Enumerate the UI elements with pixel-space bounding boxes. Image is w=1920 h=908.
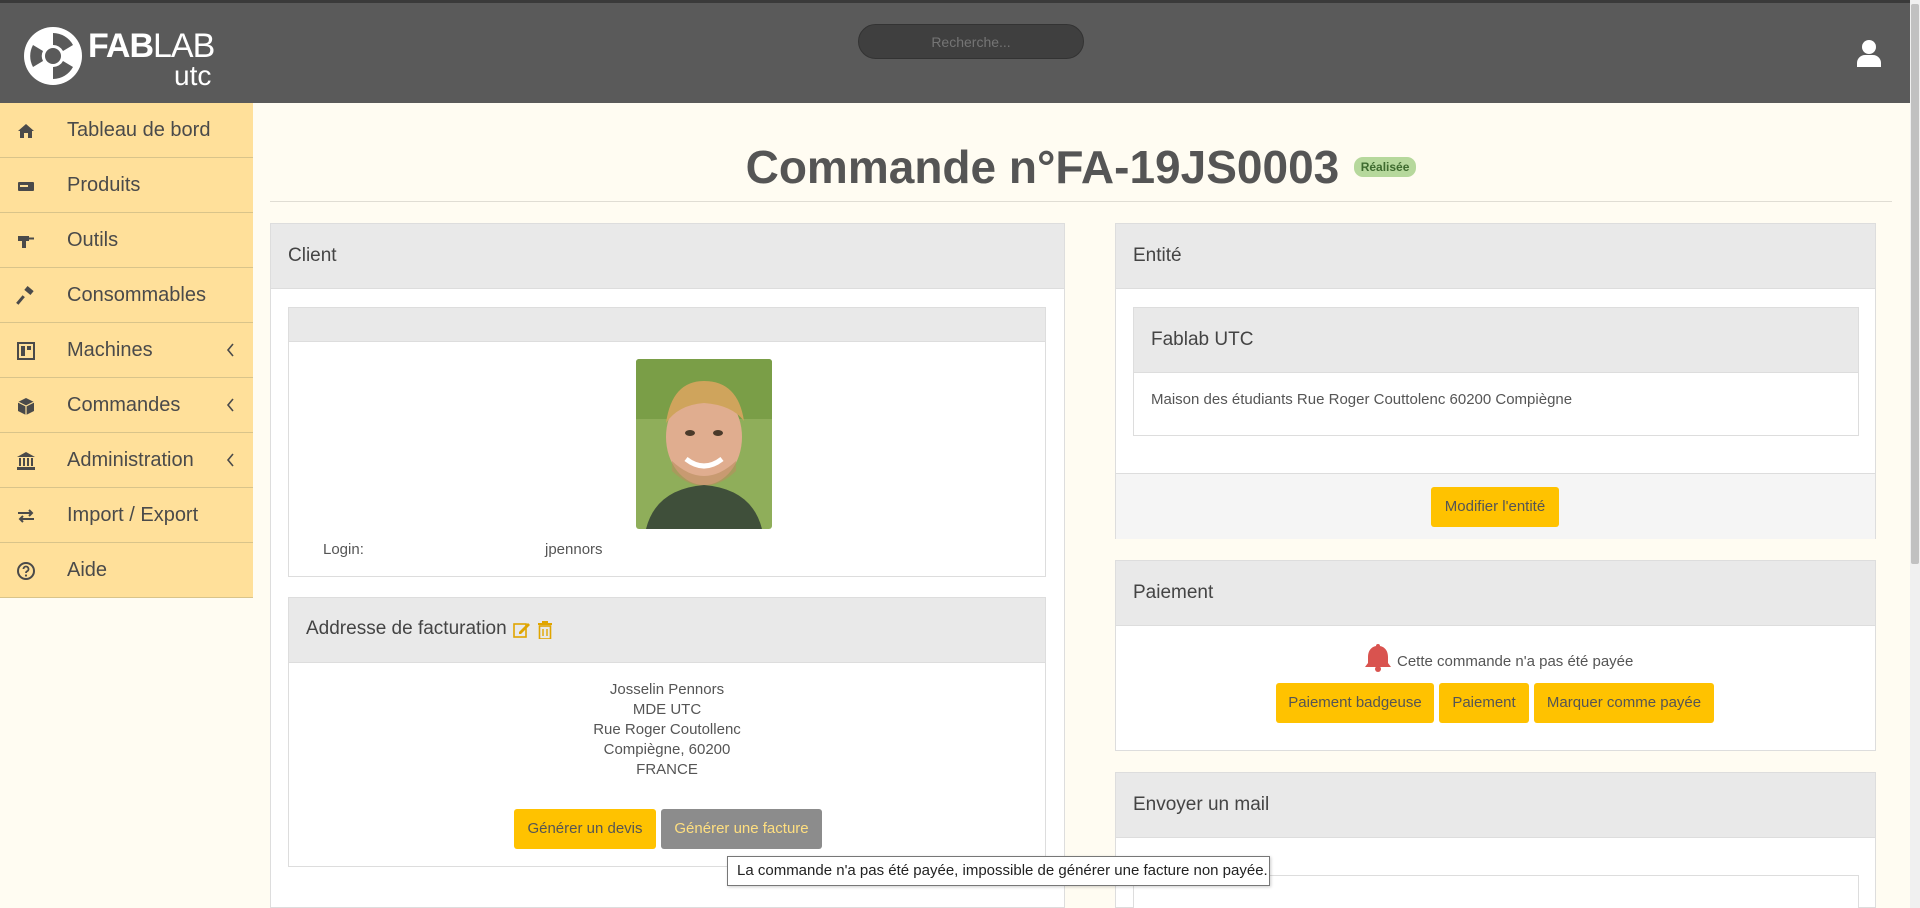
exchange-icon — [18, 509, 34, 523]
bell-icon — [1365, 644, 1391, 672]
box-icon — [17, 398, 35, 415]
chevron-left-icon — [226, 398, 234, 412]
sidebar-item-label: Consommables — [67, 283, 206, 306]
address-line: Compiègne, 60200 — [603, 741, 731, 758]
address-line: MDE UTC — [632, 701, 702, 718]
client-panel: Client Login: jpennors Addresse de factu… — [270, 223, 1065, 908]
trash-icon[interactable] — [537, 621, 553, 639]
client-avatar — [636, 359, 772, 529]
send-mail-panel-heading: Envoyer un mail — [1116, 773, 1875, 838]
mark-as-paid-button[interactable]: Marquer comme payée — [1534, 683, 1714, 723]
edit-icon[interactable] — [513, 621, 531, 639]
login-label: Login: — [323, 541, 364, 558]
products-icon — [18, 182, 34, 191]
address-line: Josselin Pennors — [609, 681, 725, 698]
payment-button[interactable]: Paiement — [1439, 683, 1529, 723]
edit-entity-button[interactable]: Modifier l'entité — [1431, 487, 1559, 527]
sidebar-item-administration[interactable]: Administration — [0, 433, 253, 488]
logo-subtitle: utc — [174, 60, 212, 91]
sidebar-item-label: Import / Export — [67, 503, 199, 526]
sidebar-item-label: Produits — [67, 173, 141, 196]
hammer-icon — [16, 286, 34, 305]
sidebar: Tableau de bord Produits Outils Consomma… — [0, 103, 253, 598]
sidebar-item-tools[interactable]: Outils — [0, 213, 253, 268]
user-icon[interactable] — [1857, 39, 1881, 67]
sidebar-item-label: Aide — [67, 558, 108, 581]
billing-address-title: Addresse de facturation — [306, 618, 507, 639]
machine-icon — [17, 342, 35, 360]
entity-name: Fablab UTC — [1134, 308, 1858, 373]
address-line: FRANCE — [636, 761, 698, 778]
payment-panel: Paiement Cette commande n'a pas été payé… — [1115, 560, 1876, 751]
entity-address: Maison des étudiants Rue Roger Couttolen… — [1151, 391, 1573, 408]
login-value: jpennors — [545, 541, 603, 558]
entity-panel-heading: Entité — [1116, 224, 1875, 289]
client-info-card-header — [289, 308, 1045, 342]
fablab-logo-mark — [24, 27, 82, 85]
status-badge: Réalisée — [1353, 157, 1417, 177]
payment-panel-heading: Paiement — [1116, 561, 1875, 626]
client-info-card: Login: jpennors — [288, 307, 1046, 577]
payment-status-text: Cette commande n'a pas été payée — [1397, 653, 1634, 670]
send-mail-panel: Envoyer un mail — [1115, 772, 1876, 908]
entity-panel: Entité Fablab UTC Maison des étudiants R… — [1115, 223, 1876, 539]
badge-payment-button[interactable]: Paiement badgeuse — [1276, 683, 1434, 723]
sidebar-item-label: Outils — [67, 228, 119, 251]
top-navbar: FABLAB utc — [0, 0, 1910, 103]
billing-address-header: Addresse de facturation — [289, 598, 1045, 663]
title-divider — [270, 201, 1892, 202]
sidebar-item-label: Machines — [67, 338, 153, 361]
sidebar-item-label: Administration — [67, 448, 194, 471]
billing-address-card: Addresse de facturation Josselin Pennors… — [288, 597, 1046, 867]
fablab-logo[interactable]: FABLAB utc — [22, 21, 222, 91]
home-icon — [18, 124, 34, 138]
entity-card: Fablab UTC Maison des étudiants Rue Roge… — [1133, 307, 1859, 436]
scrollbar-thumb[interactable] — [1911, 4, 1919, 564]
help-icon — [17, 562, 35, 580]
generate-invoice-button[interactable]: Générer une facture — [661, 809, 822, 849]
sidebar-item-help[interactable]: Aide — [0, 543, 253, 598]
page-title: Commande n°FA-19JS0003 — [745, 141, 1340, 193]
sidebar-item-products[interactable]: Produits — [0, 158, 253, 213]
sidebar-item-label: Commandes — [67, 393, 181, 416]
address-line: Rue Roger Coutollenc — [593, 721, 741, 738]
sidebar-item-consumables[interactable]: Consommables — [0, 268, 253, 323]
chevron-left-icon — [226, 343, 234, 357]
page-title-row: Commande n°FA-19JS0003 Réalisée — [270, 140, 1892, 194]
logo-fab-text: FAB — [88, 27, 154, 65]
sidebar-item-machines[interactable]: Machines — [0, 323, 253, 378]
invoice-disabled-tooltip: La commande n'a pas été payée, impossibl… — [727, 856, 1270, 886]
client-panel-heading: Client — [271, 224, 1064, 289]
bank-icon — [17, 452, 35, 470]
generate-quote-button[interactable]: Générer un devis — [514, 809, 656, 849]
sidebar-item-dashboard[interactable]: Tableau de bord — [0, 103, 253, 158]
search-input[interactable] — [858, 24, 1084, 59]
drill-icon — [18, 236, 34, 248]
sidebar-item-import-export[interactable]: Import / Export — [0, 488, 253, 543]
sidebar-item-label: Tableau de bord — [67, 118, 211, 141]
sidebar-item-orders[interactable]: Commandes — [0, 378, 253, 433]
chevron-left-icon — [226, 453, 234, 467]
